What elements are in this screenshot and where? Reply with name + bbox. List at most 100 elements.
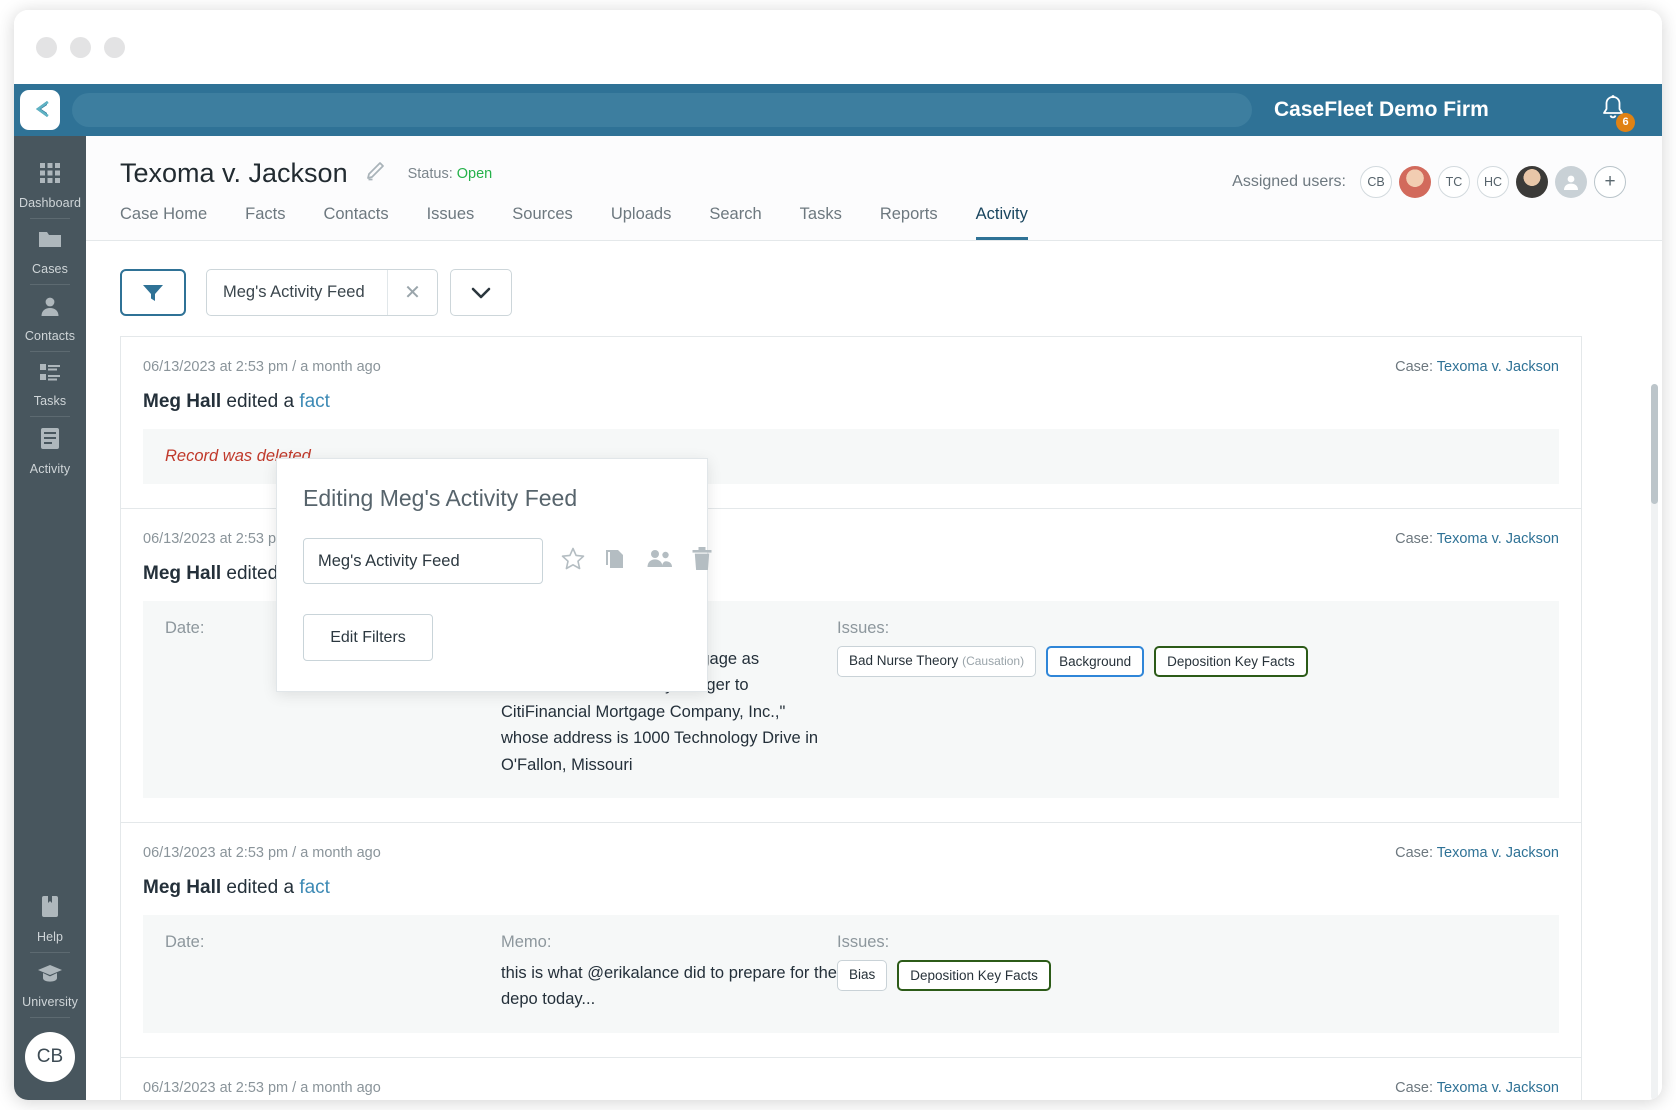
activity-action: edited a xyxy=(226,877,294,898)
issue-tag-list: Bias Deposition Key Facts xyxy=(837,960,1537,991)
sidebar-label-activity: Activity xyxy=(30,462,70,476)
share-people-icon[interactable] xyxy=(646,547,674,576)
activity-case-link: Case: Texoma v. Jackson xyxy=(1395,845,1559,861)
edit-filters-button[interactable]: Edit Filters xyxy=(303,614,433,661)
sidebar-item-activity[interactable]: Activity xyxy=(14,417,86,484)
issue-tag[interactable]: Deposition Key Facts xyxy=(897,960,1051,991)
activity-timestamp: 06/13/2023 at 2:53 pm / a month ago xyxy=(143,1080,1559,1096)
activity-feed: 06/13/2023 at 2:53 pm / a month ago Case… xyxy=(120,336,1582,1100)
case-label: Case: xyxy=(1395,359,1433,375)
tab-reports[interactable]: Reports xyxy=(880,199,938,240)
edit-feed-popover: Editing Meg's Activity Feed xyxy=(276,458,708,692)
pencil-icon[interactable] xyxy=(364,160,386,187)
case-name-link[interactable]: Texoma v. Jackson xyxy=(1437,359,1559,375)
trash-icon[interactable] xyxy=(691,546,713,577)
case-name-link[interactable]: Texoma v. Jackson xyxy=(1437,531,1559,547)
case-label: Case: xyxy=(1395,531,1433,547)
issue-tag-name: Bias xyxy=(849,967,875,982)
feed-toolbar: Meg's Activity Feed ✕ xyxy=(86,241,1662,316)
tab-search[interactable]: Search xyxy=(709,199,761,240)
assigned-user-photo-2[interactable] xyxy=(1516,166,1548,198)
window-minimize-dot[interactable] xyxy=(70,37,91,58)
issue-tag-name: Bad Nurse Theory xyxy=(849,653,958,668)
feed-dropdown-button[interactable] xyxy=(450,269,512,316)
tab-sources[interactable]: Sources xyxy=(512,199,573,240)
status-value: Open xyxy=(457,166,492,182)
folder-icon xyxy=(38,229,62,255)
issue-tag-sub: (Causation) xyxy=(962,654,1024,668)
sidebar-item-help[interactable]: Help xyxy=(14,885,86,952)
tab-uploads[interactable]: Uploads xyxy=(611,199,672,240)
detail-issues-column: Issues: Bias Deposition Key Facts xyxy=(837,933,1537,1013)
scrollbar-thumb[interactable] xyxy=(1651,384,1658,504)
detail-issues-label: Issues: xyxy=(837,619,1537,638)
notifications-button[interactable]: 6 xyxy=(1600,94,1626,127)
sidebar-divider xyxy=(30,1017,70,1018)
tab-activity[interactable]: Activity xyxy=(976,199,1028,240)
main-content: Texoma v. Jackson Status: Open Assigned … xyxy=(86,136,1662,1100)
person-icon xyxy=(39,295,61,322)
app-body: Dashboard Cases Contacts xyxy=(14,136,1662,1100)
app-header-bar: CaseFleet Demo Firm 6 xyxy=(14,84,1662,136)
tab-tasks[interactable]: Tasks xyxy=(800,199,842,240)
person-icon xyxy=(1562,173,1580,191)
issue-tag-list: Bad Nurse Theory (Causation) Background … xyxy=(837,646,1537,677)
feed-name-input[interactable] xyxy=(303,538,543,584)
notification-badge: 6 xyxy=(1616,113,1635,132)
activity-case-link: Case: Texoma v. Jackson xyxy=(1395,1080,1559,1096)
activity-case-link: Case: Texoma v. Jackson xyxy=(1395,359,1559,375)
assigned-user-hc[interactable]: HC xyxy=(1477,166,1509,198)
app-logo[interactable] xyxy=(14,84,66,136)
add-user-button[interactable]: + xyxy=(1594,166,1626,198)
activity-case-link: Case: Texoma v. Jackson xyxy=(1395,531,1559,547)
avatar[interactable]: CB xyxy=(25,1032,75,1082)
window-maximize-dot[interactable] xyxy=(104,37,125,58)
issue-tag-name: Deposition Key Facts xyxy=(910,968,1038,983)
issue-tag-name: Deposition Key Facts xyxy=(1167,654,1295,669)
sidebar-item-university[interactable]: University xyxy=(14,953,86,1017)
sidebar-item-contacts[interactable]: Contacts xyxy=(14,285,86,351)
window-titlebar xyxy=(14,10,1662,84)
sidebar-label-dashboard: Dashboard xyxy=(19,196,81,210)
left-sidebar: Dashboard Cases Contacts xyxy=(14,136,86,1100)
issue-tag[interactable]: Bias xyxy=(837,960,887,991)
list-icon xyxy=(39,362,61,387)
window-close-dot[interactable] xyxy=(36,37,57,58)
tab-case-home[interactable]: Case Home xyxy=(120,199,207,240)
page-title: Texoma v. Jackson xyxy=(120,158,348,189)
tab-contacts[interactable]: Contacts xyxy=(323,199,388,240)
assigned-user-cb[interactable]: CB xyxy=(1360,166,1392,198)
star-icon[interactable] xyxy=(560,546,586,577)
app-header-pill xyxy=(72,93,1252,127)
sidebar-item-cases[interactable]: Cases xyxy=(14,219,86,284)
issue-tag[interactable]: Deposition Key Facts xyxy=(1154,646,1308,677)
assigned-user-placeholder[interactable] xyxy=(1555,166,1587,198)
case-name-link[interactable]: Texoma v. Jackson xyxy=(1437,845,1559,861)
activity-actor: Meg Hall xyxy=(143,877,221,898)
detail-date-column: Date: xyxy=(165,933,501,1013)
activity-object-link[interactable]: fact xyxy=(299,391,330,412)
issue-tag-name: Background xyxy=(1059,654,1131,669)
issue-tag[interactable]: Bad Nurse Theory (Causation) xyxy=(837,646,1036,677)
close-icon[interactable]: ✕ xyxy=(387,270,437,315)
scrollbar[interactable] xyxy=(1651,384,1658,1100)
assigned-user-tc[interactable]: TC xyxy=(1438,166,1470,198)
activity-actor-line: Meg Hall edited a fact xyxy=(143,877,1559,899)
activity-detail: Date: Memo: this is what @erikalance did… xyxy=(143,915,1559,1033)
feed-selector[interactable]: Meg's Activity Feed ✕ xyxy=(206,269,438,316)
sidebar-item-dashboard[interactable]: Dashboard xyxy=(14,152,86,218)
sidebar-label-help: Help xyxy=(37,930,63,944)
assigned-user-photo-1[interactable] xyxy=(1399,166,1431,198)
assigned-users-label: Assigned users: xyxy=(1232,173,1346,191)
sidebar-item-tasks[interactable]: Tasks xyxy=(14,352,86,416)
firm-name: CaseFleet Demo Firm xyxy=(1274,98,1489,122)
tab-issues[interactable]: Issues xyxy=(427,199,475,240)
case-name-link[interactable]: Texoma v. Jackson xyxy=(1437,1080,1559,1096)
activity-card: 06/13/2023 at 2:53 pm / a month ago Case… xyxy=(120,1057,1582,1100)
issue-tag[interactable]: Background xyxy=(1046,646,1144,677)
tab-facts[interactable]: Facts xyxy=(245,199,285,240)
copy-icon[interactable] xyxy=(603,546,629,577)
activity-action: edited a xyxy=(226,391,294,412)
filter-button[interactable] xyxy=(120,269,186,316)
activity-object-link[interactable]: fact xyxy=(299,877,330,898)
